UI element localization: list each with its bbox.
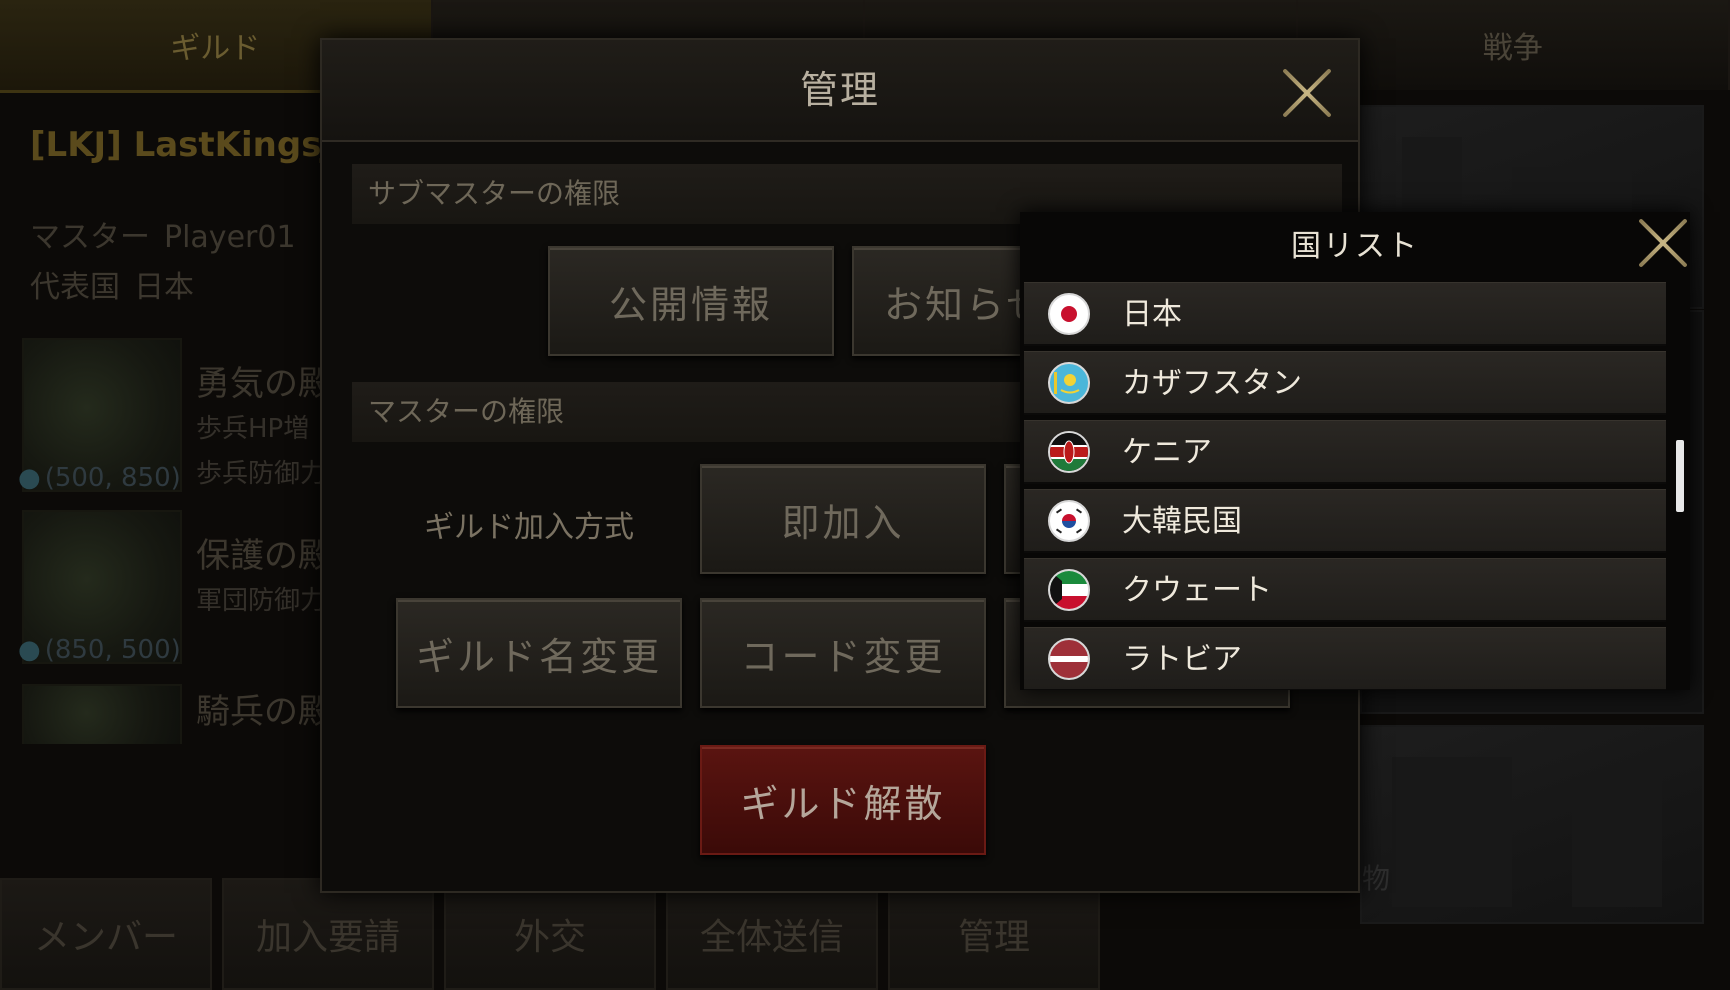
bonus-desc: 歩兵防御力 [196,459,327,489]
south-korea-flag-icon [1048,500,1090,542]
public-info-button[interactable]: 公開情報 [548,246,834,356]
country-label: 代表国 [30,270,120,305]
country-item-kazakhstan[interactable]: カザフスタン [1024,351,1666,415]
guild-name: [LKJ] LastKingsJP [30,125,360,165]
join-method-label: ギルド加入方式 [424,510,634,545]
kuwait-flag-icon [1048,569,1090,611]
latvia-flag-icon [1048,638,1090,680]
country-name: ラトビア [1122,642,1242,677]
disband-guild-button[interactable]: ギルド解散 [700,745,986,855]
kazakhstan-flag-icon [1048,362,1090,404]
tab-join-requests[interactable]: 加入要請 [222,878,434,990]
bottom-tab-bar: メンバー 加入要請 外交 全体送信 管理 [0,878,1110,990]
dialog-header: 管理 [322,40,1358,142]
country-list-scrollbar[interactable] [1676,440,1684,512]
change-code-button[interactable]: コード変更 [700,598,986,708]
master-value: Player01 [164,220,296,255]
country-item-kuwait[interactable]: クウェート [1024,558,1666,622]
bonus-title: 保護の殿 [196,536,332,576]
scene-text: 物 [1362,862,1391,895]
bonus-coordinates[interactable]: ● (850, 500) [18,635,181,665]
country-list[interactable]: 日本 カザフスタン ケニア 大韓民国 クウェート ラトビア [1024,282,1666,690]
japan-flag-icon [1048,293,1090,335]
bonus-desc: 軍団防御力 [196,586,327,616]
country-name: ケニア [1122,435,1212,470]
tab-management[interactable]: 管理 [888,878,1100,990]
instant-join-button[interactable]: 即加入 [700,464,986,574]
close-icon[interactable] [1278,64,1336,122]
tab-diplomacy[interactable]: 外交 [444,878,656,990]
country-item-kenya[interactable]: ケニア [1024,420,1666,484]
guild-country-info: 代表国 日本 [30,262,194,306]
kenya-flag-icon [1048,431,1090,473]
rename-guild-button[interactable]: ギルド名変更 [396,598,682,708]
bonus-item[interactable]: ● (500, 850) 勇気の殿 歩兵HP増 歩兵防御力 [18,338,332,503]
castle-scene-image: 物 [1360,725,1704,924]
location-pin-icon: ● [18,463,41,493]
tab-members[interactable]: メンバー [0,878,212,990]
bonus-item[interactable]: 騎兵の殿 [18,684,328,744]
bonus-title: 勇気の殿 [196,364,332,404]
master-label: マスター [30,220,150,255]
country-name: クウェート [1122,573,1272,608]
dialog-title: 管理 [799,68,880,112]
guild-master-info: マスター Player01 [30,212,296,256]
bonus-title: 騎兵の殿 [196,692,328,732]
country-name: 日本 [1122,297,1182,332]
country-list-popup: 国リスト 日本 カザフスタン ケニア 大韓民国 クウェート ラトビア [1020,212,1690,690]
country-item-south-korea[interactable]: 大韓民国 [1024,489,1666,553]
country-name: カザフスタン [1122,366,1302,401]
location-pin-icon: ● [18,635,41,665]
country-name: 大韓民国 [1122,504,1242,539]
tab-broadcast[interactable]: 全体送信 [666,878,878,990]
bonus-coordinates[interactable]: ● (500, 850) [18,463,181,493]
country-item-latvia[interactable]: ラトビア [1024,627,1666,690]
country-list-header: 国リスト [1020,212,1690,282]
close-icon[interactable] [1634,214,1692,272]
country-value: 日本 [134,270,194,305]
bonus-desc: 歩兵HP増 [196,414,310,444]
tab-war[interactable]: 戦争 [1297,0,1730,90]
bonus-item[interactable]: ● (850, 500) 保護の殿 軍団防御力 [18,510,332,675]
bonus-thumbnail [22,684,182,744]
country-list-title: 国リスト [1291,229,1419,264]
country-item-japan[interactable]: 日本 [1024,282,1666,346]
